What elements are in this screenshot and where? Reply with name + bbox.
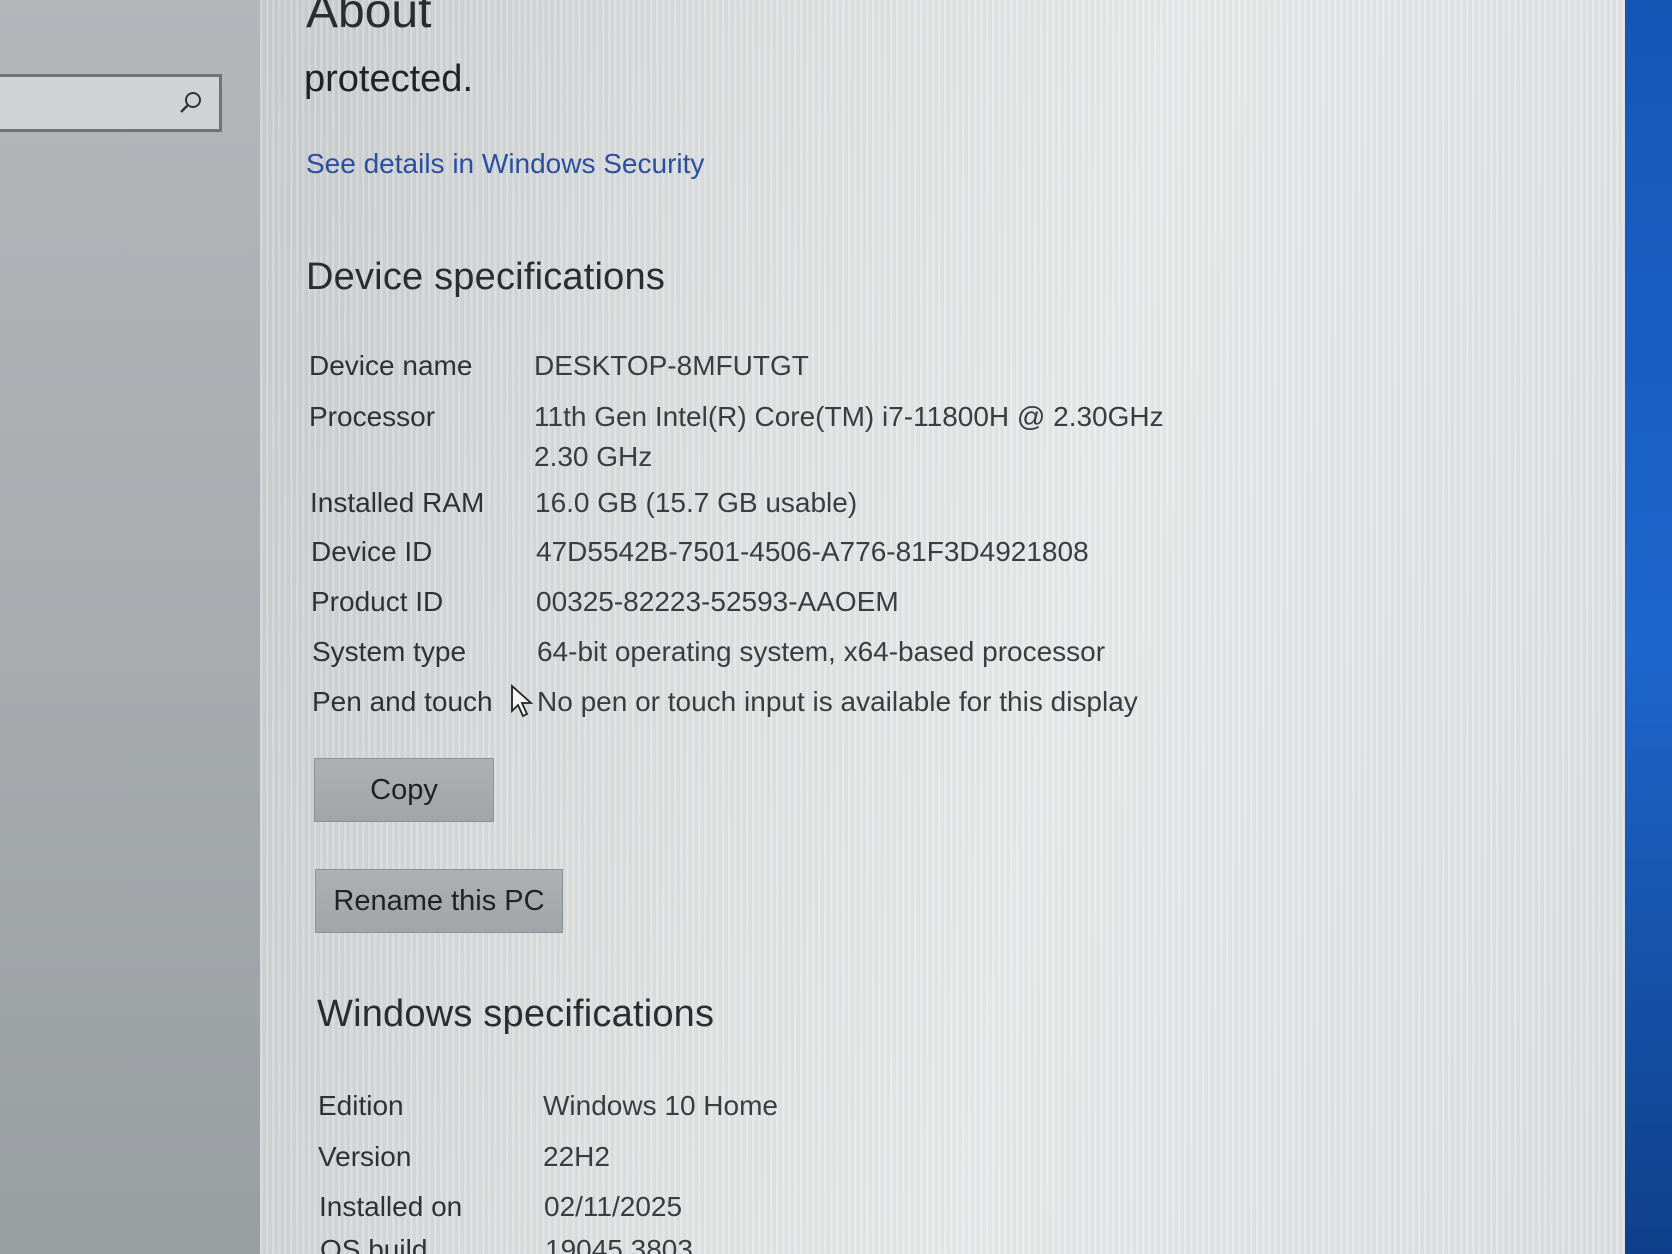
pen-touch-row: Pen and touch No pen or touch input is a… [312, 682, 1138, 722]
windows-security-link[interactable]: See details in Windows Security [306, 148, 704, 180]
spec-label: Processor [309, 401, 436, 432]
device-specifications-heading: Device specifications [306, 256, 666, 298]
copy-button[interactable]: Copy [314, 758, 494, 822]
spec-value: 64-bit operating system, x64-based proce… [537, 636, 1106, 667]
spec-label: Pen and touch [312, 686, 493, 717]
search-input[interactable] [0, 74, 222, 132]
spec-value: DESKTOP-8MFUTGT [534, 350, 809, 381]
desktop-background-edge [1625, 0, 1672, 1254]
spec-value: Windows 10 Home [543, 1090, 778, 1121]
spec-label: Installed on [319, 1191, 463, 1222]
spec-value: 11th Gen Intel(R) Core(TM) i7-11800H @ 2… [534, 401, 1164, 432]
spec-value: No pen or touch input is available for t… [537, 686, 1138, 717]
spec-label: Device ID [311, 536, 433, 567]
spec-label: Installed RAM [310, 487, 485, 518]
windows-specifications-heading: Windows specifications [317, 993, 715, 1035]
about-content [260, 0, 1625, 1254]
device-id-row: Device ID 47D5542B-7501-4506-A776-81F3D4… [311, 532, 1089, 572]
spec-value-line-2: 2.30 GHz [534, 441, 653, 472]
settings-window: About protected. See details in Windows … [0, 0, 1672, 1254]
page-title: About [306, 0, 432, 38]
spec-value: 02/11/2025 [544, 1191, 683, 1222]
mouse-pointer-icon [511, 684, 534, 718]
rename-pc-button[interactable]: Rename this PC [315, 869, 563, 933]
spec-value: 47D5542B-7501-4506-A776-81F3D4921808 [536, 536, 1089, 567]
os-build-row: OS build 19045.3803 [320, 1230, 693, 1254]
device-name-row: Device name DESKTOP-8MFUTGT [309, 346, 809, 386]
installed-ram-row: Installed RAM 16.0 GB (15.7 GB usable) [310, 483, 857, 523]
spec-value: 22H2 [543, 1141, 610, 1172]
processor-value-group: 11th Gen Intel(R) Core(TM) i7-11800H @ 2… [534, 397, 1164, 477]
edition-row: Edition Windows 10 Home [318, 1086, 778, 1126]
spec-value: 00325-82223-52593-AAOEM [536, 586, 899, 617]
spec-value: 16.0 GB (15.7 GB usable) [535, 487, 858, 518]
processor-row: Processor 11th Gen Intel(R) Core(TM) i7-… [309, 397, 1164, 477]
spec-label: OS build [320, 1234, 428, 1254]
protection-status-text: protected. [304, 58, 473, 100]
spec-label: Edition [318, 1090, 404, 1121]
spec-label: System type [312, 636, 467, 667]
spec-label: Device name [309, 350, 473, 381]
version-row: Version 22H2 [318, 1137, 610, 1177]
system-type-row: System type 64-bit operating system, x64… [312, 632, 1105, 672]
spec-label: Product ID [311, 586, 444, 617]
product-id-row: Product ID 00325-82223-52593-AAOEM [311, 582, 899, 622]
spec-label: Version [318, 1141, 412, 1172]
settings-sidebar [0, 0, 260, 1254]
search-icon [180, 92, 201, 113]
spec-value: 19045.3803 [545, 1234, 693, 1254]
installed-on-row: Installed on 02/11/2025 [319, 1187, 682, 1227]
